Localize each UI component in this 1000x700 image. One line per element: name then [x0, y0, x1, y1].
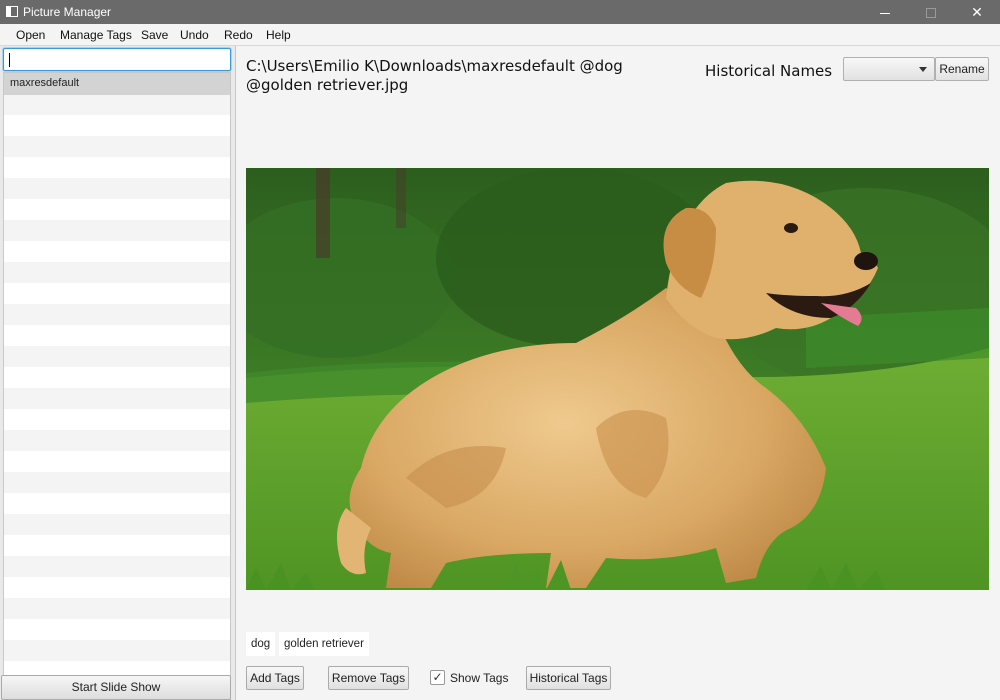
- maximize-button[interactable]: [908, 0, 954, 24]
- close-button[interactable]: ✕: [954, 0, 1000, 24]
- file-list[interactable]: maxresdefault: [3, 72, 231, 700]
- search-input[interactable]: [3, 48, 231, 71]
- text-caret: [9, 53, 10, 67]
- file-path-line-1: C:\Users\Emilio K\Downloads\maxresdefaul…: [246, 57, 623, 75]
- remove-tags-button[interactable]: Remove Tags: [328, 666, 409, 690]
- file-list-item[interactable]: maxresdefault: [4, 73, 230, 95]
- picture-preview: [246, 168, 989, 590]
- menu-open[interactable]: Open: [16, 28, 45, 42]
- start-slide-show-button[interactable]: Start Slide Show: [1, 675, 231, 700]
- menu-help[interactable]: Help: [266, 28, 291, 42]
- menu-redo[interactable]: Redo: [224, 28, 253, 42]
- tag-chip[interactable]: golden retriever: [279, 632, 369, 656]
- check-icon[interactable]: ✓: [430, 670, 445, 685]
- main-panel: C:\Users\Emilio K\Downloads\maxresdefaul…: [237, 46, 1000, 700]
- minimize-icon: [880, 12, 890, 14]
- historical-names-label: Historical Names: [705, 62, 833, 80]
- app-icon: [6, 6, 18, 17]
- rename-button[interactable]: Rename: [935, 57, 989, 81]
- historical-names-dropdown[interactable]: [843, 57, 935, 81]
- historical-tags-button[interactable]: Historical Tags: [526, 666, 611, 690]
- menu-undo[interactable]: Undo: [180, 28, 209, 42]
- title-bar: Picture Manager ✕: [0, 0, 1000, 24]
- golden-retriever-photo: [246, 168, 989, 590]
- close-icon: ✕: [971, 4, 983, 20]
- file-path-line-2: @golden retriever.jpg: [246, 76, 409, 94]
- add-tags-button[interactable]: Add Tags: [246, 666, 304, 690]
- show-tags-label: Show Tags: [450, 671, 509, 685]
- tag-chip[interactable]: dog: [246, 632, 276, 656]
- menu-manage-tags[interactable]: Manage Tags: [60, 28, 132, 42]
- file-path: C:\Users\Emilio K\Downloads\maxresdefaul…: [246, 57, 646, 95]
- minimize-button[interactable]: [862, 0, 908, 24]
- sidebar: maxresdefault Start Slide Show: [0, 46, 236, 700]
- menu-save[interactable]: Save: [141, 28, 168, 42]
- chevron-down-icon: [919, 67, 927, 72]
- menu-bar: Open Manage Tags Save Undo Redo Help: [0, 24, 1000, 46]
- window-title: Picture Manager: [23, 5, 112, 19]
- maximize-icon: [926, 8, 936, 19]
